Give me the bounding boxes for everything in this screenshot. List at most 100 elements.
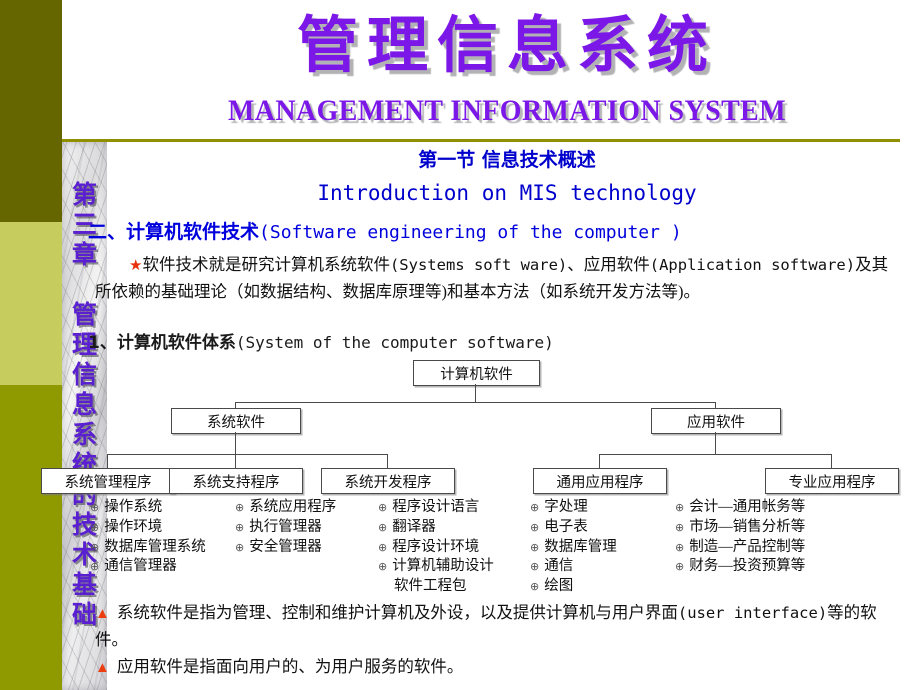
footnote-0-mono: (user interface) xyxy=(677,604,828,622)
tree-node-leaf-0-2: 系统开发程序 xyxy=(321,468,455,494)
list-item-label: 财务—投资预算等 xyxy=(689,558,806,575)
tree-heading: 1、计算机软件体系(System of the computer softwar… xyxy=(88,332,554,354)
triangle-bullet-icon: ▲ xyxy=(95,660,110,676)
leaf-detail-columns: ⊕ 操作系统 ⊕ 操作环境 ⊕ 数据库管理系统 ⊕ 通信管理器 ⊕ 系统应用程序 ⊕ 执行管… xyxy=(90,498,910,594)
bullet-circle-plus-icon: ⊕ xyxy=(235,501,245,514)
bullet-circle-plus-icon: ⊕ xyxy=(675,520,685,534)
software-taxonomy-tree: 计算机软件 系统软件 应用软件 系统管理程序 系统支持程序 系统开发程序 通用应… xyxy=(41,360,905,494)
detail-list-4: ⊕ 会计—通用帐务等 ⊕ 市场—销售分析等 ⊕ 制造—产品控制等 ⊕ 财务—投资预算等 xyxy=(675,498,805,577)
tree-connector xyxy=(475,384,476,402)
list-item: ⊕ 安全管理器 xyxy=(235,538,336,558)
page-title-chinese: 管理信息系统 xyxy=(296,10,717,81)
tree-node-leaf-0-1: 系统支持程序 xyxy=(169,468,303,494)
list-item: ⊕ 会计—通用帐务等 xyxy=(675,498,805,518)
detail-list-3: ⊕ 字处理 ⊕ 电子表 ⊕ 数据库管理 ⊕ 通信 ⊕ 绘图 xyxy=(530,498,617,597)
bullet-circle-plus-icon: ⊕ xyxy=(90,520,100,534)
tree-node-leaf-0-0: 系统管理程序 xyxy=(41,468,175,494)
bullet-circle-plus-icon: ⊕ xyxy=(378,501,388,514)
list-item: ⊕ 制造—产品控制等 xyxy=(675,538,805,558)
tree-connector xyxy=(599,454,831,455)
list-item-label: 操作系统 xyxy=(104,499,163,515)
bullet-circle-plus-icon: ⊕ xyxy=(530,501,540,514)
list-item-label: 绘图 xyxy=(544,578,574,595)
bullet-circle-plus-icon: ⊕ xyxy=(90,501,100,514)
detail-list-0: ⊕ 操作系统 ⊕ 操作环境 ⊕ 数据库管理系统 ⊕ 通信管理器 xyxy=(90,498,206,577)
footnote-1-pre: 应用软件是指面向用户的、为用户服务的软件。 xyxy=(116,657,464,676)
tree-connector xyxy=(715,432,716,454)
list-item-label: 软件工程包 xyxy=(394,578,467,595)
intro-paragraph: ★软件技术就是研究计算机系统软件(Systems soft ware)、应用软件… xyxy=(95,252,900,304)
list-item: ⊕ 执行管理器 xyxy=(235,518,336,538)
tree-node-branch-0: 系统软件 xyxy=(171,408,301,434)
bullet-circle-plus-icon: ⊕ xyxy=(530,540,540,554)
list-item-label: 数据库管理系统 xyxy=(104,538,206,555)
list-item-label: 翻译器 xyxy=(392,518,436,535)
bullet-circle-plus-icon: ⊕ xyxy=(90,540,100,554)
list-item-label: 执行管理器 xyxy=(249,518,322,535)
list-item-label: 电子表 xyxy=(544,518,588,535)
list-item: ⊕ 绘图 xyxy=(530,577,617,597)
list-item: ⊕ 操作系统 xyxy=(90,498,206,518)
bullet-circle-plus-icon: ⊕ xyxy=(378,520,388,534)
list-item-label: 系统应用程序 xyxy=(249,499,337,515)
detail-column-3: ⊕ 字处理 ⊕ 电子表 ⊕ 数据库管理 ⊕ 通信 ⊕ 绘图 xyxy=(530,498,617,597)
list-item-label: 程序设计语言 xyxy=(392,499,480,515)
section-heading-chinese: 第一节 信息技术概述 xyxy=(418,149,596,171)
list-item: ⊕ 通信 xyxy=(530,557,617,577)
band-segment-middle xyxy=(0,222,62,385)
list-item: ⊕ 市场—销售分析等 xyxy=(675,518,805,538)
list-item: ⊕ 字处理 xyxy=(530,498,617,518)
detail-column-2: ⊕ 程序设计语言 ⊕ 翻译器 ⊕ 程序设计环境 ⊕ 计算机辅助设计 软件工程包 xyxy=(378,498,494,596)
bullet-circle-plus-icon: ⊕ xyxy=(530,580,540,594)
list-item-label: 会计—通用帐务等 xyxy=(689,499,806,515)
slide-root: 第 三 章 管 理 信 息 系 统 的 技 术 基 础 管理信息系统 MANAG… xyxy=(0,0,920,690)
list-item-label: 制造—产品控制等 xyxy=(689,538,806,555)
triangle-bullet-icon: ▲ xyxy=(95,606,110,622)
list-item: ⊕ 程序设计语言 xyxy=(378,498,494,518)
tree-node-branch-1: 应用软件 xyxy=(651,408,781,434)
tree-connector xyxy=(235,402,715,403)
list-item-label: 市场—销售分析等 xyxy=(689,518,806,535)
list-item: ⊕ 系统应用程序 xyxy=(235,498,336,518)
list-item: ⊕ 财务—投资预算等 xyxy=(675,557,805,577)
bullet-circle-plus-icon: ⊕ xyxy=(530,520,540,534)
detail-list-1: ⊕ 系统应用程序 ⊕ 执行管理器 ⊕ 安全管理器 xyxy=(235,498,336,557)
star-icon: ★ xyxy=(129,258,143,274)
header-divider xyxy=(62,139,900,142)
bullet-circle-plus-icon: ⊕ xyxy=(675,501,685,514)
list-item: ⊕ 电子表 xyxy=(530,518,617,538)
footnote-1: ▲ 应用软件是指面向用户的、为用户服务的软件。 xyxy=(95,654,905,681)
list-item: ⊕ 计算机辅助设计 xyxy=(378,557,494,577)
bullet-circle-plus-icon: ⊕ xyxy=(90,560,100,574)
list-item-label: 通信 xyxy=(544,558,574,575)
tree-node-root: 计算机软件 xyxy=(413,360,540,386)
list-item-label: 计算机辅助设计 xyxy=(392,558,494,575)
list-item: ⊕ 程序设计环境 xyxy=(378,538,494,558)
tree-heading-en: (System of the computer software) xyxy=(235,333,554,352)
list-item-label: 数据库管理 xyxy=(544,538,617,555)
bullet-circle-plus-icon: ⊕ xyxy=(378,540,388,554)
bullet-circle-plus-icon: ⊕ xyxy=(378,560,388,574)
tree-heading-cn: 1、计算机软件体系 xyxy=(88,333,236,353)
band-segment-top xyxy=(0,0,62,222)
page-title-english: MANAGEMENT INFORMATION SYSTEM xyxy=(227,94,787,127)
tree-connector xyxy=(235,432,236,454)
subsection-heading-en: (Software engineering of the computer ) xyxy=(259,222,682,243)
bullet-circle-plus-icon: ⊕ xyxy=(530,560,540,574)
list-item: ⊕ 数据库管理 xyxy=(530,538,617,558)
list-item-label: 操作环境 xyxy=(104,518,163,535)
list-item-label: 程序设计环境 xyxy=(392,538,480,555)
paragraph-line1-mono: (Systems soft ware) xyxy=(389,256,568,274)
detail-column-0: ⊕ 操作系统 ⊕ 操作环境 ⊕ 数据库管理系统 ⊕ 通信管理器 xyxy=(90,498,206,577)
list-item: ⊕ 通信管理器 xyxy=(90,557,206,577)
section-heading-english: Introduction on MIS technology xyxy=(317,181,697,205)
list-item-label: 字处理 xyxy=(544,499,588,515)
list-item: ⊕ 翻译器 xyxy=(378,518,494,538)
list-item-continuation: 软件工程包 xyxy=(378,577,494,596)
footnotes: ▲ 系统软件是指为管理、控制和维护计算机及外设，以及提供计算机与用户界面(user… xyxy=(95,600,905,683)
subsection-heading-cn: 二、计算机软件技术 xyxy=(88,221,260,243)
bullet-circle-plus-icon: ⊕ xyxy=(675,540,685,554)
list-item-label: 安全管理器 xyxy=(249,538,322,555)
paragraph-line2-mono: (Application software) xyxy=(649,256,856,274)
tree-node-leaf-1-1: 专业应用程序 xyxy=(765,468,899,494)
